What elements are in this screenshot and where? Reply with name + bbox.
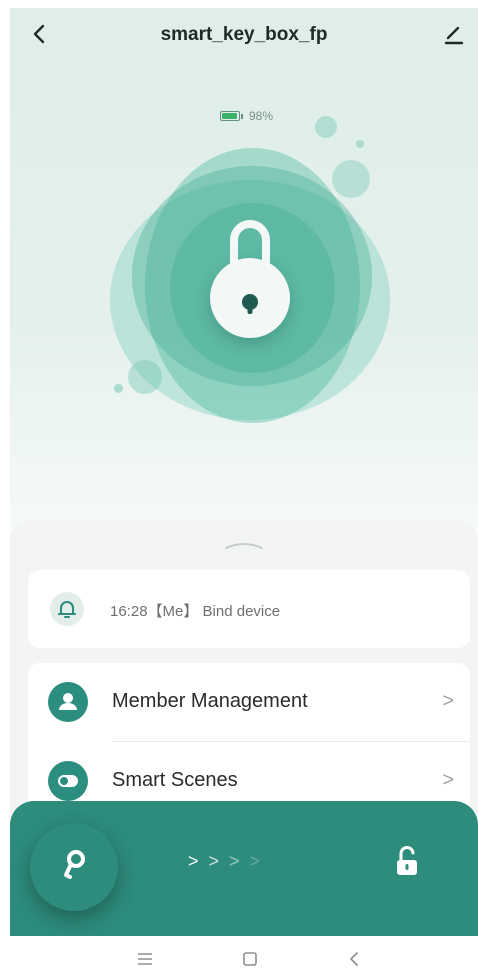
bubble-decoration bbox=[332, 160, 370, 198]
padlock-icon bbox=[232, 262, 268, 314]
bell-icon-badge bbox=[50, 592, 84, 626]
sheet-handle-icon[interactable] bbox=[224, 542, 264, 550]
home-icon[interactable] bbox=[235, 944, 265, 973]
bubble-decoration bbox=[356, 140, 364, 148]
bubble-decoration bbox=[128, 360, 162, 394]
activity-log-text: 16:28【Me】 Bind device bbox=[110, 603, 281, 620]
top-bar: smart_key_box_fp bbox=[10, 8, 478, 64]
bubble-decoration bbox=[315, 116, 337, 138]
menu-item-member-management[interactable]: Member Management > bbox=[28, 663, 470, 742]
hero-area: smart_key_box_fp 98% bbox=[10, 8, 478, 528]
menu-icon[interactable] bbox=[130, 944, 160, 973]
app-screen: smart_key_box_fp 98% 16:28【Me】 Bind devi… bbox=[10, 8, 478, 973]
menu-card: Member Management > Smart Scenes > bbox=[28, 663, 470, 813]
menu-item-label: Smart Scenes bbox=[112, 769, 238, 791]
back-icon[interactable] bbox=[340, 944, 370, 973]
slide-to-unlock-bar[interactable]: >>>> bbox=[10, 801, 478, 936]
bell-icon bbox=[58, 601, 76, 618]
bubble-decoration bbox=[114, 384, 123, 393]
lock-button[interactable] bbox=[210, 258, 290, 338]
system-navigation-bar bbox=[10, 936, 478, 973]
edit-icon[interactable] bbox=[442, 22, 466, 46]
battery-level: 98% bbox=[249, 109, 274, 123]
person-icon bbox=[48, 682, 88, 722]
key-icon bbox=[64, 850, 85, 879]
padlock-shackle-icon bbox=[230, 220, 270, 266]
key-slider-button[interactable] bbox=[30, 823, 118, 911]
slide-arrows: >>>> bbox=[188, 851, 271, 871]
battery-icon bbox=[220, 111, 240, 121]
battery-fill bbox=[222, 113, 237, 119]
unlocked-padlock-icon bbox=[397, 846, 417, 875]
chevron-right-icon: > bbox=[442, 769, 454, 791]
page-title: smart_key_box_fp bbox=[160, 24, 328, 45]
battery-tip bbox=[241, 113, 243, 119]
battery-indicator: 98% bbox=[220, 108, 273, 124]
menu-item-label: Member Management bbox=[112, 690, 308, 712]
activity-log-card[interactable]: 16:28【Me】 Bind device bbox=[28, 570, 470, 648]
chevron-right-icon: > bbox=[442, 690, 454, 712]
toggle-icon bbox=[48, 761, 88, 801]
